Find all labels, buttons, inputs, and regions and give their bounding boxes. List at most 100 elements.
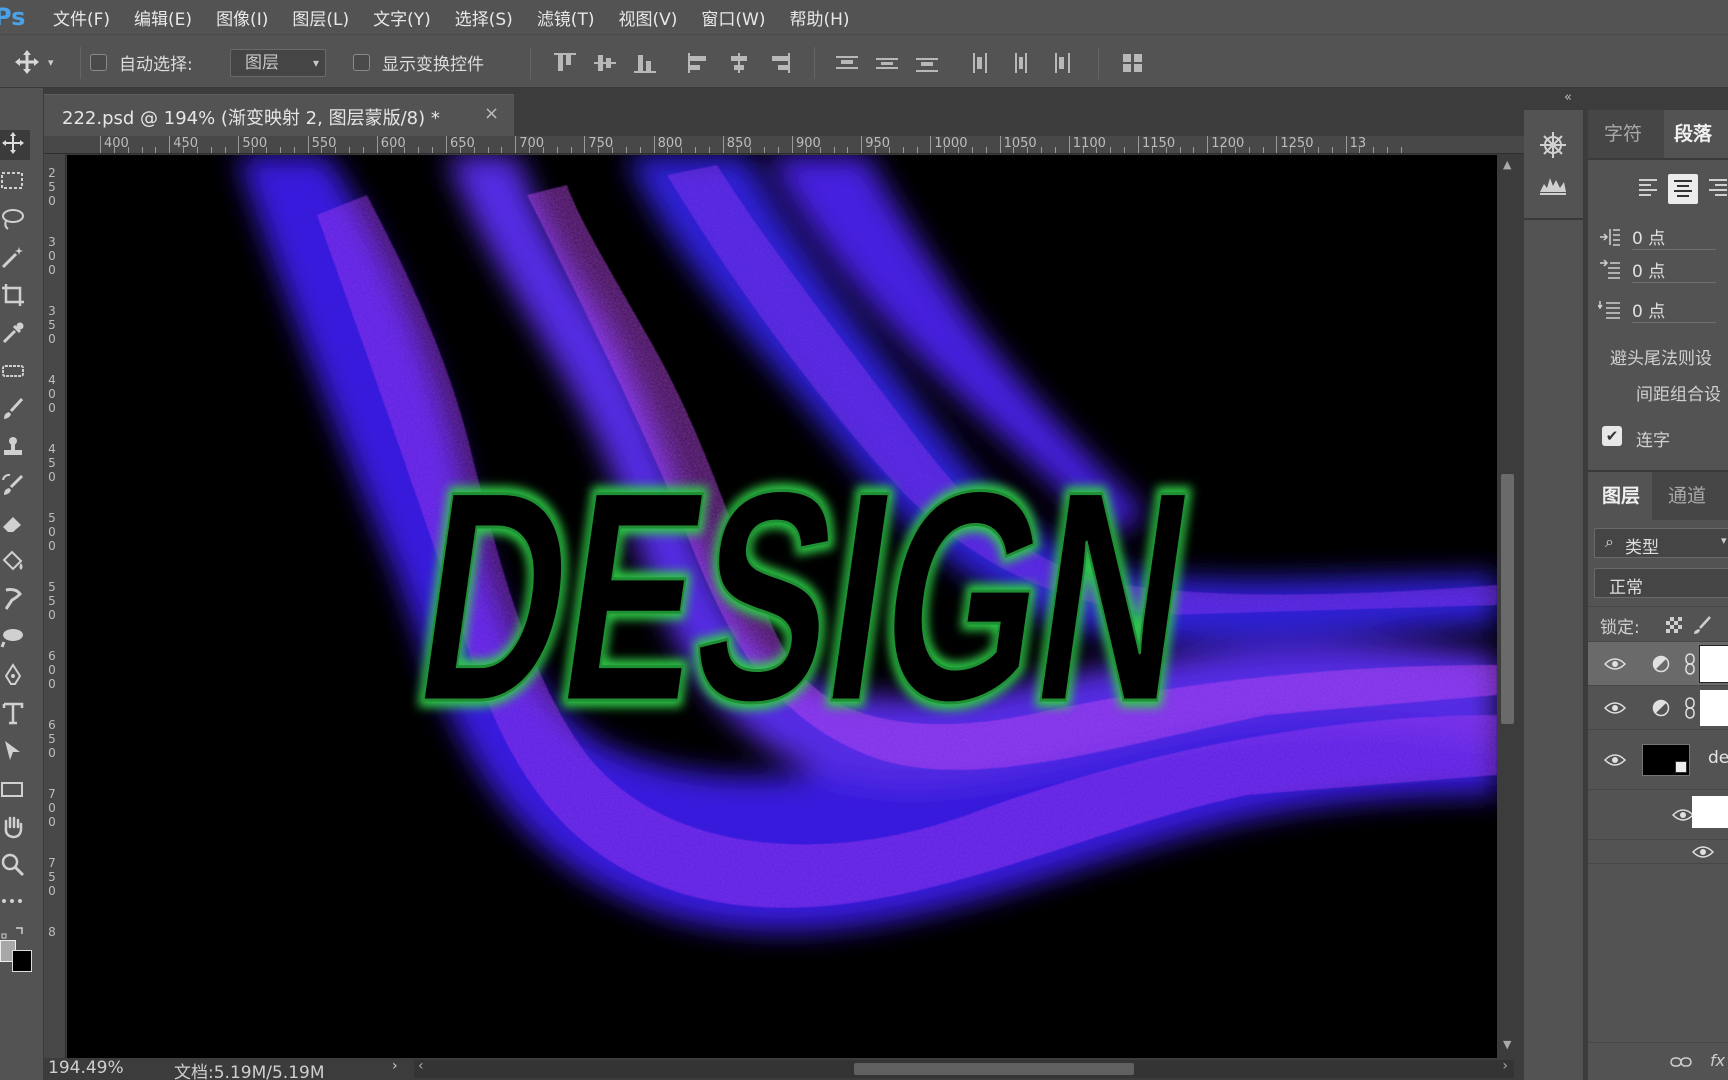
scroll-down-icon[interactable]: ▼ <box>1503 1038 1511 1051</box>
status-menu-icon[interactable]: › <box>392 1058 398 1074</box>
tab-layers[interactable]: 图层 <box>1588 472 1652 520</box>
clone-stamp-tool[interactable] <box>0 434 30 464</box>
align-horizontal-centers-icon[interactable] <box>728 53 750 73</box>
distribute-horizontal-centers-icon[interactable] <box>1010 53 1032 73</box>
paint-bucket-tool[interactable] <box>0 548 30 578</box>
menu-help[interactable]: 帮助(H) <box>784 5 854 30</box>
document-canvas[interactable]: DESIGN DESIGN <box>67 155 1497 1058</box>
link-layers-icon[interactable] <box>1670 1055 1692 1069</box>
layer-effects-row[interactable] <box>1588 790 1728 840</box>
marquee-tool[interactable] <box>0 168 30 198</box>
show-transform-checkbox[interactable] <box>353 53 370 71</box>
history-brush-tool[interactable] <box>0 472 30 502</box>
eye-icon[interactable] <box>1672 808 1694 822</box>
path-selection-tool[interactable] <box>0 738 30 768</box>
indent-left-field[interactable]: 0 点 <box>1598 223 1716 251</box>
distribute-top-icon[interactable] <box>836 53 858 73</box>
filter-mask-thumbnail[interactable] <box>1692 796 1728 828</box>
eye-icon[interactable] <box>1604 701 1626 715</box>
magic-wand-tool[interactable] <box>0 244 30 274</box>
lasso-tool[interactable] <box>0 206 30 236</box>
align-right-icon[interactable] <box>1706 176 1728 200</box>
scroll-up-icon[interactable]: ▲ <box>1503 158 1511 171</box>
brush-tool[interactable] <box>0 396 30 426</box>
menu-edit[interactable]: 编辑(E) <box>129 5 197 30</box>
scroll-left-icon[interactable]: ‹ <box>418 1058 424 1074</box>
dodge-tool[interactable] <box>0 624 30 654</box>
tab-channels[interactable]: 通道 <box>1652 472 1728 520</box>
eye-icon[interactable] <box>1692 845 1714 859</box>
healing-brush-tool[interactable] <box>0 358 30 388</box>
auto-align-layers-icon[interactable] <box>1122 53 1144 73</box>
fx-icon[interactable]: fx <box>1710 1051 1725 1070</box>
eraser-tool[interactable] <box>0 510 30 540</box>
align-left-edges-icon[interactable] <box>688 53 710 73</box>
scroll-right-icon[interactable]: › <box>1502 1058 1508 1074</box>
histogram-icon[interactable] <box>1538 168 1568 202</box>
menu-file[interactable]: 文件(F) <box>48 5 115 30</box>
rectangle-tool[interactable] <box>0 776 30 806</box>
distribute-bottom-icon[interactable] <box>916 53 938 73</box>
align-top-edges-icon[interactable] <box>554 53 576 73</box>
vertical-scrollbar-thumb[interactable] <box>1501 474 1514 724</box>
align-vertical-centers-icon[interactable] <box>594 53 616 73</box>
menu-layer[interactable]: 图层(L) <box>287 5 354 30</box>
type-tool[interactable] <box>0 700 30 730</box>
menu-view[interactable]: 视图(V) <box>613 5 682 30</box>
align-center-icon[interactable] <box>1668 174 1698 204</box>
layer-name[interactable]: de <box>1708 748 1728 768</box>
mojikumi-setting-label[interactable]: 间距组合设 <box>1636 380 1721 405</box>
pen-tool[interactable] <box>0 662 30 692</box>
eye-icon[interactable] <box>1604 753 1626 767</box>
crop-tool[interactable] <box>0 282 30 312</box>
tab-character[interactable]: 字符 <box>1588 110 1664 158</box>
hyphenate-checkbox[interactable]: ✔ <box>1602 426 1622 446</box>
blend-mode-dropdown[interactable]: 正常 <box>1594 568 1728 598</box>
smart-filter-row[interactable] <box>1588 840 1728 864</box>
zoom-level[interactable]: 194.49% <box>48 1058 124 1078</box>
vertical-scrollbar[interactable]: ▲ ▼ <box>1497 154 1519 1058</box>
eye-icon[interactable] <box>1604 657 1626 671</box>
align-left-icon[interactable] <box>1636 176 1660 200</box>
align-bottom-edges-icon[interactable] <box>634 53 656 73</box>
indent-first-line-value[interactable]: 0 点 <box>1632 257 1716 283</box>
menu-select[interactable]: 选择(S) <box>450 5 518 30</box>
horizontal-scrollbar[interactable]: ‹ › <box>414 1058 1514 1078</box>
distribute-left-icon[interactable] <box>970 53 992 73</box>
distribute-vertical-centers-icon[interactable] <box>876 53 898 73</box>
indent-first-line-field[interactable]: 0 点 <box>1598 256 1716 284</box>
layer-row[interactable]: de <box>1588 730 1728 790</box>
hand-tool[interactable] <box>0 814 30 844</box>
move-tool-preset[interactable]: ▾ <box>12 35 54 89</box>
zoom-tool[interactable] <box>0 852 30 882</box>
distribute-right-icon[interactable] <box>1050 53 1072 73</box>
menu-type[interactable]: 文字(Y) <box>368 5 436 30</box>
layer-row[interactable] <box>1588 686 1728 730</box>
layer-mask-thumbnail[interactable] <box>1700 690 1728 726</box>
lock-transparent-pixels-icon[interactable] <box>1666 617 1682 633</box>
layer-filter-dropdown[interactable]: ⌕ 类型 ▾ <box>1594 528 1728 558</box>
layer-row[interactable] <box>1588 642 1728 686</box>
kinsoku-setting-label[interactable]: 避头尾法则设 <box>1610 344 1712 369</box>
menu-filter[interactable]: 滤镜(T) <box>532 5 600 30</box>
auto-select-checkbox[interactable] <box>90 53 107 71</box>
document-tab[interactable]: 222.psd @ 194% (渐变映射 2, 图层蒙版/8) * × <box>44 94 514 136</box>
indent-left-value[interactable]: 0 点 <box>1632 224 1716 250</box>
move-tool[interactable] <box>0 130 30 160</box>
horizontal-scrollbar-thumb[interactable] <box>854 1063 1134 1075</box>
lock-image-pixels-icon[interactable] <box>1692 615 1714 635</box>
navigator-icon[interactable] <box>1538 130 1568 164</box>
layer-mask-thumbnail[interactable] <box>1699 645 1728 683</box>
menu-window[interactable]: 窗口(W) <box>696 5 770 30</box>
swap-colors-button[interactable] <box>0 920 30 939</box>
space-before-field[interactable]: 0 点 <box>1598 296 1716 324</box>
link-icon[interactable] <box>1684 696 1696 720</box>
link-icon[interactable] <box>1684 652 1696 676</box>
menu-image[interactable]: 图像(I) <box>211 5 273 30</box>
tab-paragraph[interactable]: 段落 <box>1664 110 1728 158</box>
close-icon[interactable]: × <box>484 103 499 124</box>
auto-select-target-dropdown[interactable]: 图层 ▾ <box>230 49 326 77</box>
background-color-swatch[interactable] <box>12 950 32 972</box>
eyedropper-tool[interactable] <box>0 320 30 350</box>
more-tools[interactable] <box>0 888 30 918</box>
